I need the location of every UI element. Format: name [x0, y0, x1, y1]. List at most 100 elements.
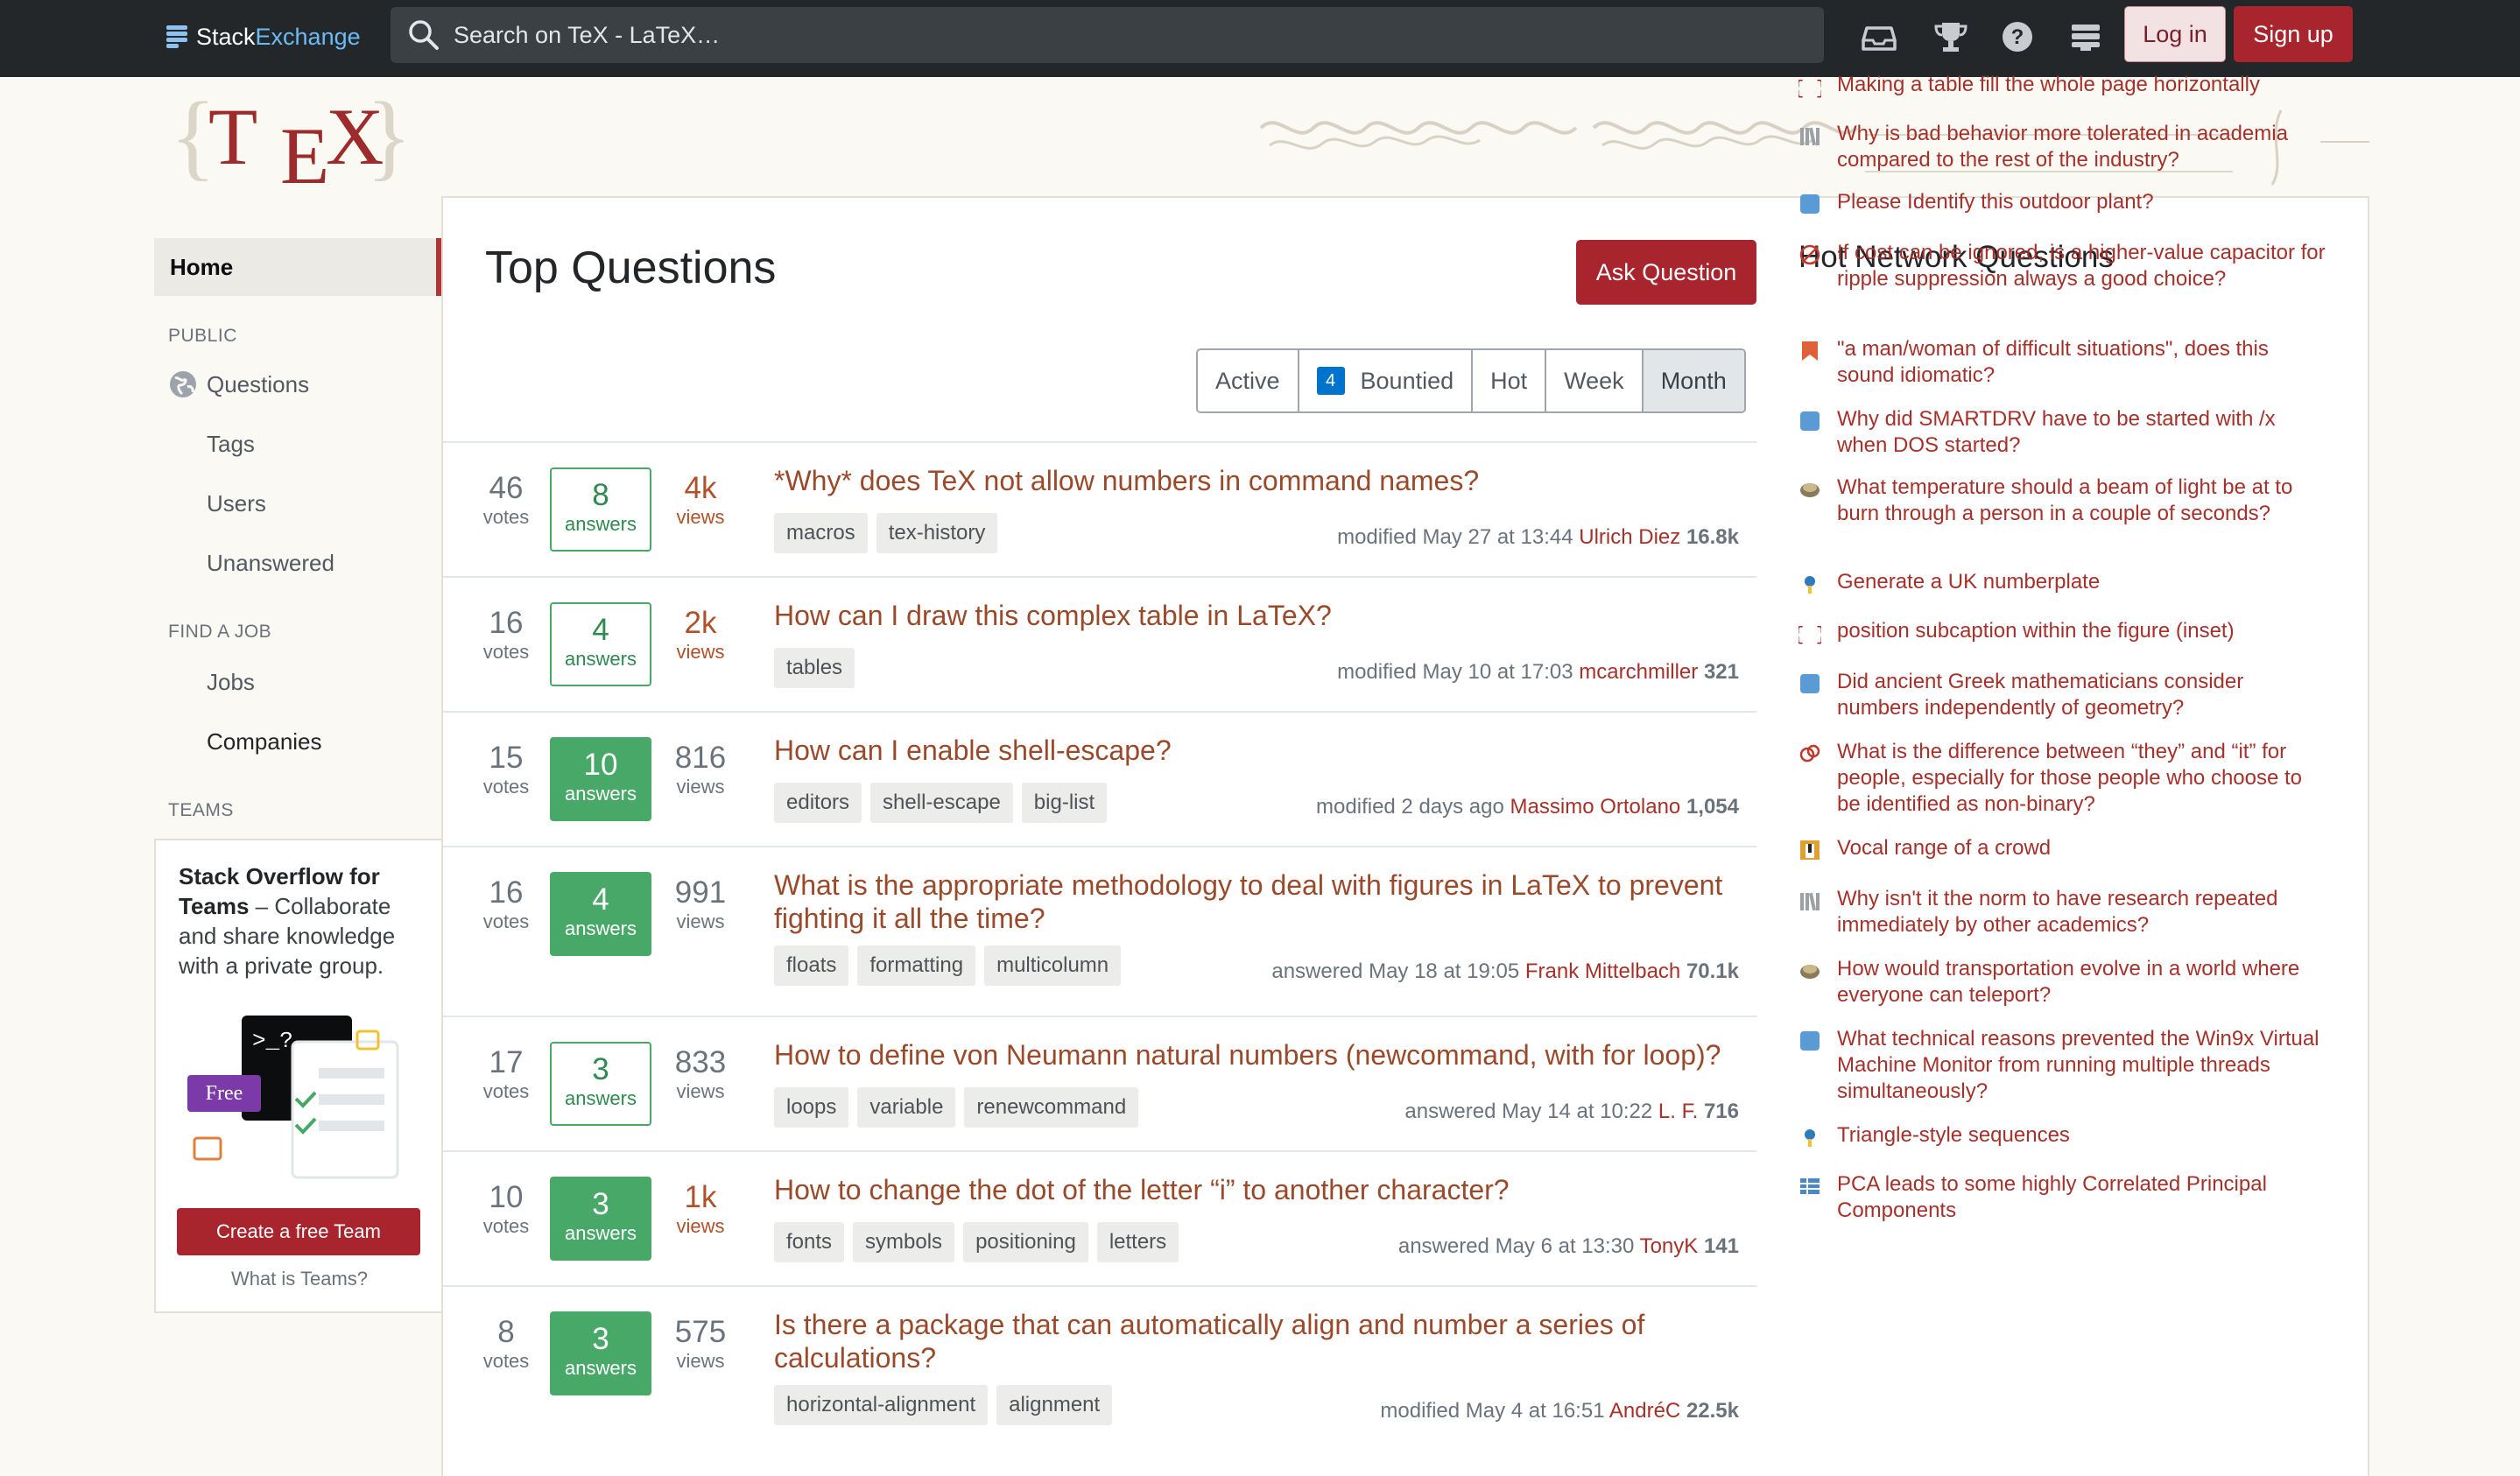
answer-count: 8 answers: [550, 467, 651, 552]
answer-count: 3 answers: [550, 1042, 651, 1126]
tag[interactable]: symbols: [853, 1222, 955, 1262]
nav-jobs[interactable]: Jobs: [207, 669, 255, 696]
hot-question-link[interactable]: Vocal range of a crowd: [1837, 835, 2327, 861]
filter-month[interactable]: Month: [1643, 350, 1744, 411]
question-title[interactable]: How to define von Neumann natural number…: [774, 1038, 1737, 1072]
tag[interactable]: letters: [1096, 1222, 1179, 1262]
ask-question-button[interactable]: Ask Question: [1576, 240, 1756, 305]
electronics-icon: [1798, 243, 1821, 266]
filter-week[interactable]: Week: [1546, 350, 1644, 411]
tag[interactable]: editors: [774, 783, 862, 823]
nav-unanswered[interactable]: Unanswered: [207, 550, 334, 577]
hot-question-link[interactable]: If cost can be ignored, is a higher-valu…: [1837, 240, 2327, 292]
hot-question-link[interactable]: PCA leads to some highly Correlated Prin…: [1837, 1171, 2327, 1224]
hot-question-link[interactable]: "a man/woman of difficult situations", d…: [1837, 336, 2327, 389]
search-bar[interactable]: [391, 7, 1824, 63]
view-number: 2k: [684, 606, 717, 640]
answer-number: 3: [592, 1052, 609, 1086]
hot-question-link[interactable]: Generate a UK numberplate: [1837, 569, 2327, 595]
login-button[interactable]: Log in: [2124, 6, 2226, 62]
bounty-count-badge: 4: [1316, 367, 1345, 395]
brand-stack: Stack: [196, 23, 256, 50]
question-user[interactable]: TonyK: [1640, 1234, 1699, 1258]
help-icon[interactable]: ?: [2000, 19, 2035, 54]
user-reputation: 22.5k: [1686, 1399, 1739, 1423]
tag[interactable]: variable: [857, 1087, 956, 1128]
question-activity: modified May 10 at 17:03: [1337, 660, 1573, 684]
nav-users[interactable]: Users: [207, 490, 266, 517]
tag[interactable]: floats: [774, 945, 849, 986]
hot-question-link[interactable]: position subcaption within the figure (i…: [1837, 618, 2327, 644]
tag[interactable]: fonts: [774, 1222, 845, 1262]
user-reputation: 16.8k: [1686, 525, 1739, 549]
question-tags: floats formatting multicolumn: [774, 945, 1130, 986]
achievements-icon[interactable]: [1933, 19, 1968, 54]
tag[interactable]: macros: [774, 513, 868, 553]
tag[interactable]: shell-escape: [870, 783, 1013, 823]
teams-terminal-text: >_?: [252, 1028, 293, 1054]
hot-question-link[interactable]: Triangle-style sequences: [1837, 1122, 2327, 1149]
site-switcher-icon[interactable]: [2068, 19, 2103, 54]
tag[interactable]: multicolumn: [984, 945, 1122, 986]
question-title[interactable]: How to change the dot of the letter “i” …: [774, 1173, 1737, 1206]
tag[interactable]: tex-history: [876, 513, 998, 553]
hot-question-link[interactable]: Please Identify this outdoor plant?: [1837, 189, 2327, 215]
hot-question-link[interactable]: What temperature should a beam of light …: [1837, 474, 2327, 527]
hot-question-link[interactable]: What technical reasons prevented the Win…: [1837, 1026, 2327, 1105]
filter-bountied[interactable]: 4 Bountied: [1299, 350, 1474, 411]
tag[interactable]: tables: [774, 648, 855, 688]
question-tags: fonts symbols positioning letters: [774, 1222, 1187, 1262]
tag[interactable]: loops: [774, 1087, 849, 1128]
what-is-teams-link[interactable]: What is Teams?: [156, 1268, 443, 1290]
question-user[interactable]: AndréC: [1609, 1399, 1680, 1423]
signup-button[interactable]: Sign up: [2234, 6, 2353, 62]
question-user[interactable]: mcarchmiller: [1579, 660, 1698, 684]
question-user[interactable]: Ulrich Diez: [1579, 525, 1680, 549]
nav-home[interactable]: Home: [154, 238, 441, 296]
nav-tags[interactable]: Tags: [207, 431, 255, 458]
tex-logo[interactable]: { T E X }: [170, 88, 412, 200]
hot-question-link[interactable]: How would transportation evolve in a wor…: [1837, 956, 2327, 1009]
hot-question-link[interactable]: Why isn't it the norm to have research r…: [1837, 886, 2327, 938]
music-icon: [1798, 839, 1821, 861]
filter-active[interactable]: Active: [1198, 350, 1299, 411]
question-title[interactable]: Is there a package that can automaticall…: [774, 1308, 1737, 1374]
nav-questions[interactable]: Questions: [168, 369, 309, 399]
codegolf-icon: [1798, 573, 1821, 595]
inbox-icon[interactable]: [1862, 19, 1897, 54]
question-title[interactable]: How can I enable shell-escape?: [774, 734, 1737, 767]
tag[interactable]: horizontal-alignment: [774, 1385, 989, 1425]
answer-number: 10: [583, 748, 618, 782]
teams-promo: Stack Overflow for Teams – Collaborate a…: [154, 839, 441, 1313]
tag[interactable]: alignment: [996, 1385, 1113, 1425]
view-count: 833 views: [658, 1045, 743, 1103]
question-title[interactable]: What is the appropriate methodology to d…: [774, 868, 1737, 935]
tag[interactable]: renewcommand: [964, 1087, 1139, 1128]
view-number: 816: [674, 741, 727, 775]
tag[interactable]: big-list: [1021, 783, 1108, 823]
english-icon: [1798, 340, 1821, 362]
stackexchange-logo[interactable]: Stack Exchange: [166, 18, 361, 56]
nav-companies[interactable]: Companies: [207, 728, 322, 756]
hot-question-link[interactable]: Making a table fill the whole page horiz…: [1837, 72, 2327, 98]
view-label: views: [676, 1350, 725, 1372]
filter-bountied-label: Bountied: [1360, 367, 1454, 394]
answer-count: 3 answers: [550, 1311, 651, 1395]
create-team-button[interactable]: Create a free Team: [177, 1208, 420, 1255]
question-user[interactable]: Frank Mittelbach: [1525, 959, 1680, 983]
answer-count: 4 answers: [550, 872, 651, 956]
question-meta: modified May 10 at 17:03 mcarchmiller 32…: [1337, 660, 1739, 685]
tag[interactable]: positioning: [963, 1222, 1088, 1262]
question-title[interactable]: *Why* does TeX not allow numbers in comm…: [774, 464, 1737, 497]
hot-question-link[interactable]: Did ancient Greek mathematicians conside…: [1837, 669, 2327, 721]
answer-label: answers: [565, 1357, 637, 1379]
filter-hot[interactable]: Hot: [1473, 350, 1547, 411]
question-user[interactable]: L. F.: [1658, 1100, 1698, 1123]
question-title[interactable]: How can I draw this complex table in LaT…: [774, 599, 1737, 632]
hot-question-link[interactable]: What is the difference between “they” an…: [1837, 739, 2327, 818]
hot-question-link[interactable]: Why did SMARTDRV have to be started with…: [1837, 406, 2327, 459]
question-user[interactable]: Massimo Ortolano: [1510, 795, 1681, 819]
search-input[interactable]: [452, 20, 1769, 50]
hot-question-link[interactable]: Why is bad behavior more tolerated in ac…: [1837, 121, 2327, 173]
tag[interactable]: formatting: [857, 945, 976, 986]
